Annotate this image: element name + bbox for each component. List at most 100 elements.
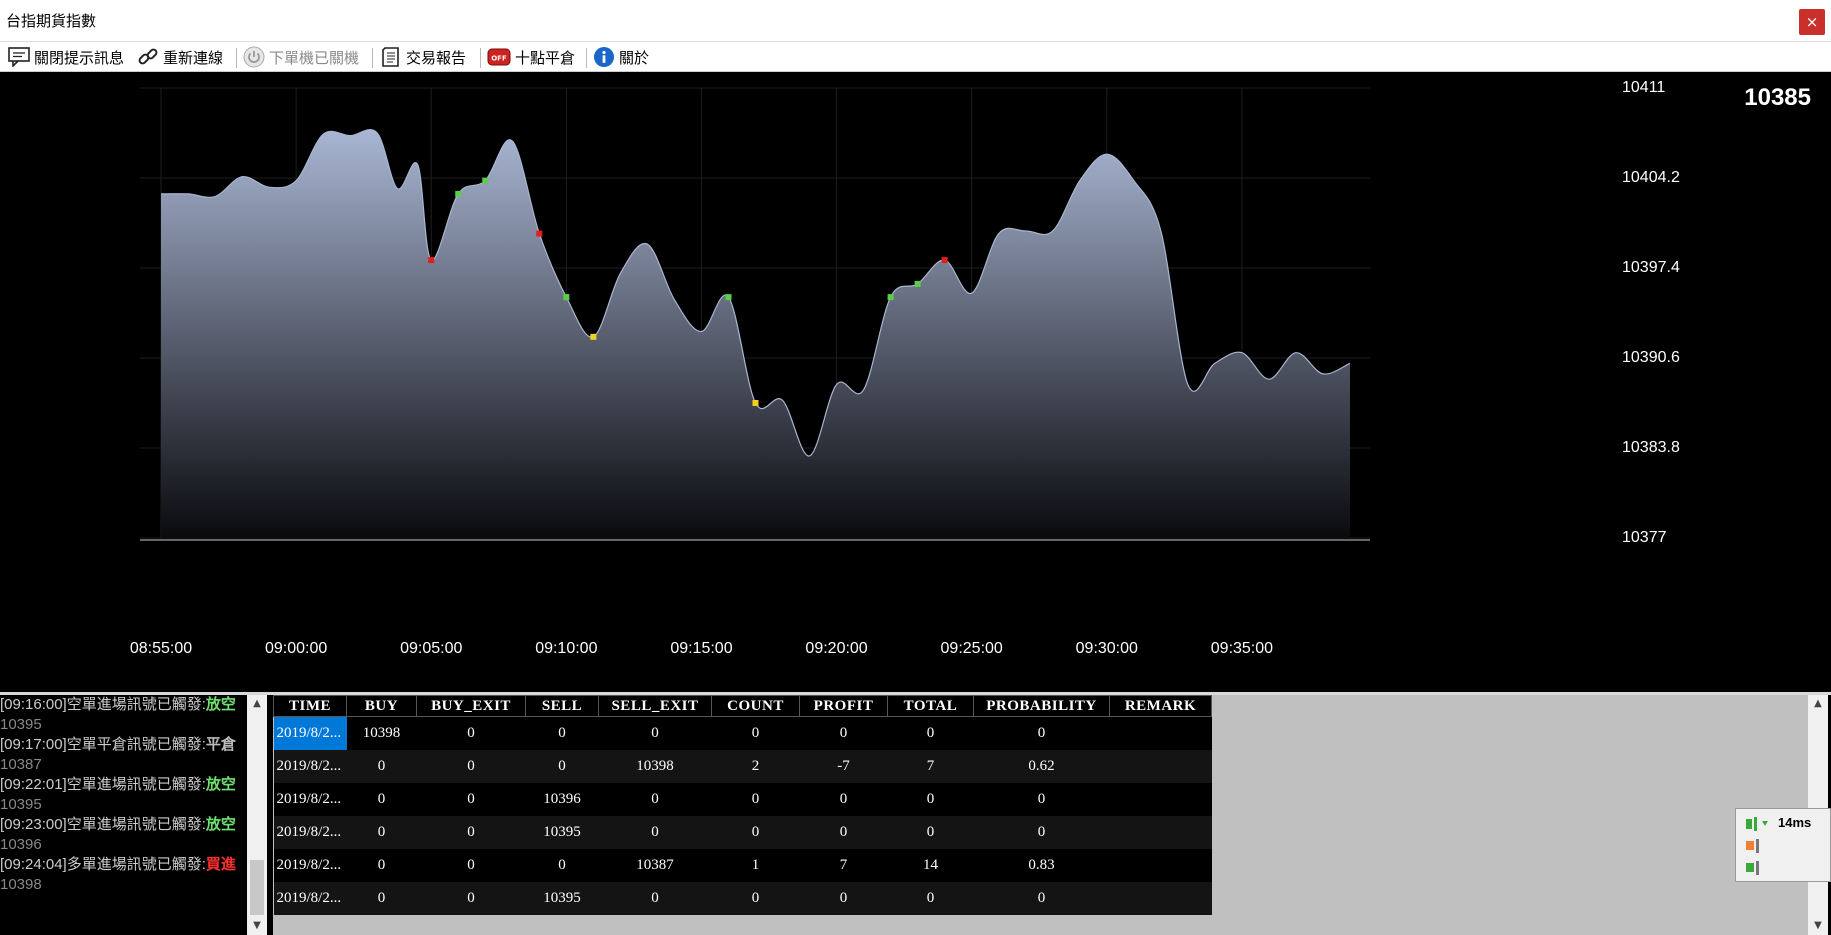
- signal-log: [09:16:00]空單進場訊號已觸發:放空 10395 [09:17:00]空單平…: [0, 695, 247, 935]
- table-cell[interactable]: 2019/8/2...: [273, 816, 347, 849]
- table-cell[interactable]: [1109, 882, 1212, 915]
- table-cell[interactable]: 0: [598, 816, 712, 849]
- table-cell[interactable]: 0: [799, 816, 888, 849]
- table-cell[interactable]: 0: [416, 783, 526, 816]
- column-header-sell[interactable]: SELL: [525, 695, 599, 717]
- toggle-notification-button[interactable]: 關閉提示訊息: [8, 46, 124, 68]
- reconnect-button[interactable]: 重新連線: [137, 46, 223, 68]
- table-cell[interactable]: 0: [346, 849, 417, 882]
- column-header-sell-exit[interactable]: SELL_EXIT: [598, 695, 712, 717]
- table-cell[interactable]: 0: [711, 716, 800, 750]
- log-scroll-thumb[interactable]: [250, 860, 264, 915]
- close-button[interactable]: ×: [1799, 9, 1825, 35]
- table-cell[interactable]: [1109, 716, 1212, 750]
- speech-bubble-icon: [8, 47, 30, 67]
- table-cell[interactable]: 0: [346, 750, 417, 783]
- signal-marker: [887, 294, 894, 301]
- table-cell[interactable]: 0: [973, 783, 1110, 816]
- table-cell[interactable]: 10395: [525, 816, 599, 849]
- order-machine-status-button[interactable]: 下單機已關機: [243, 46, 359, 68]
- table-cell[interactable]: 0: [711, 882, 800, 915]
- table-cell[interactable]: 0: [973, 816, 1110, 849]
- table-cell[interactable]: 0: [799, 716, 888, 750]
- table-cell[interactable]: [1109, 750, 1212, 783]
- table-row[interactable]: 2019/8/2... 0 0 10396 0 0 0 0 0: [273, 783, 1212, 816]
- table-cell[interactable]: 0: [799, 882, 888, 915]
- table-cell[interactable]: 10395: [525, 882, 599, 915]
- info-icon: [594, 47, 614, 67]
- table-cell[interactable]: 2019/8/2...: [273, 716, 347, 750]
- table-cell[interactable]: 0: [887, 882, 974, 915]
- column-header-total[interactable]: TOTAL: [887, 695, 974, 717]
- table-cell[interactable]: 0: [416, 816, 526, 849]
- table-cell[interactable]: 0: [525, 716, 599, 750]
- table-cell[interactable]: 0: [799, 783, 888, 816]
- x-tick-label: 09:00:00: [264, 640, 328, 657]
- table-cell[interactable]: 0: [973, 882, 1110, 915]
- table-cell[interactable]: 0: [598, 783, 712, 816]
- column-header-count[interactable]: COUNT: [711, 695, 800, 717]
- column-header-remark[interactable]: REMARK: [1109, 695, 1212, 717]
- log-scrollbar[interactable]: ▲ ▼: [247, 695, 267, 935]
- table-cell[interactable]: 0: [346, 882, 417, 915]
- table-row[interactable]: 2019/8/2... 0 0 10395 0 0 0 0 0: [273, 882, 1212, 915]
- table-cell[interactable]: 0: [598, 882, 712, 915]
- table-cell[interactable]: 7: [799, 849, 888, 882]
- table-row[interactable]: 2019/8/2... 0 0 10395 0 0 0 0 0: [273, 816, 1212, 849]
- table-cell[interactable]: 0: [711, 816, 800, 849]
- column-header-buy-exit[interactable]: BUY_EXIT: [416, 695, 526, 717]
- table-cell[interactable]: 0.83: [973, 849, 1110, 882]
- y-tick-label: 10411: [1622, 79, 1666, 96]
- table-cell[interactable]: 0: [525, 849, 599, 882]
- table-cell[interactable]: 0: [416, 716, 526, 750]
- table-cell[interactable]: 2019/8/2...: [273, 849, 347, 882]
- log-price: 10398: [0, 876, 42, 893]
- table-cell[interactable]: 0: [416, 882, 526, 915]
- table-cell[interactable]: 7: [887, 750, 974, 783]
- table-cell[interactable]: -7: [799, 750, 888, 783]
- scroll-up-arrow-icon[interactable]: ▲: [1808, 695, 1828, 713]
- column-header-buy[interactable]: BUY: [346, 695, 417, 717]
- close-position-at-ten-button[interactable]: OFF 十點平倉: [487, 46, 575, 68]
- table-cell[interactable]: 0: [416, 849, 526, 882]
- table-cell[interactable]: 2: [711, 750, 800, 783]
- table-cell[interactable]: 14: [887, 849, 974, 882]
- table-cell[interactable]: 0: [346, 816, 417, 849]
- table-cell[interactable]: 0: [346, 783, 417, 816]
- scroll-up-arrow-icon[interactable]: ▲: [247, 695, 267, 713]
- table-cell[interactable]: 10398: [598, 750, 712, 783]
- scroll-down-arrow-icon[interactable]: ▼: [247, 917, 267, 935]
- about-button[interactable]: 關於: [593, 46, 649, 68]
- table-cell[interactable]: 10387: [598, 849, 712, 882]
- table-row[interactable]: 2019/8/2... 10398 0 0 0 0 0 0 0: [273, 716, 1212, 750]
- table-row[interactable]: 2019/8/2... 0 0 0 10387 1 7 14 0.83: [273, 849, 1212, 882]
- table-cell[interactable]: 0: [887, 816, 974, 849]
- table-cell[interactable]: 0.62: [973, 750, 1110, 783]
- table-cell[interactable]: 2019/8/2...: [273, 750, 347, 783]
- table-cell[interactable]: 1: [711, 849, 800, 882]
- table-cell[interactable]: 10396: [525, 783, 599, 816]
- y-tick-label: 10390.6: [1622, 349, 1680, 366]
- column-header-probability[interactable]: PROBABILITY: [973, 695, 1110, 717]
- table-row[interactable]: 2019/8/2... 0 0 0 10398 2 -7 7 0.62: [273, 750, 1212, 783]
- table-cell[interactable]: [1109, 849, 1212, 882]
- table-cell[interactable]: 0: [973, 716, 1110, 750]
- table-cell[interactable]: 0: [598, 716, 712, 750]
- svg-text:OFF: OFF: [491, 55, 507, 63]
- table-cell[interactable]: 2019/8/2...: [273, 882, 347, 915]
- table-cell[interactable]: 0: [887, 783, 974, 816]
- log-message: [09:16:00]空單進場訊號已觸發:: [0, 696, 206, 713]
- table-cell[interactable]: [1109, 816, 1212, 849]
- title-bar: 台指期貨指數 ×: [0, 0, 1831, 42]
- table-cell[interactable]: 0: [416, 750, 526, 783]
- table-cell[interactable]: 0: [711, 783, 800, 816]
- table-cell[interactable]: 0: [887, 716, 974, 750]
- table-cell[interactable]: 0: [525, 750, 599, 783]
- column-header-profit[interactable]: PROFIT: [799, 695, 888, 717]
- table-cell[interactable]: 2019/8/2...: [273, 783, 347, 816]
- scroll-down-arrow-icon[interactable]: ▼: [1808, 917, 1828, 935]
- column-header-time[interactable]: TIME: [273, 695, 347, 717]
- table-cell[interactable]: [1109, 783, 1212, 816]
- table-cell[interactable]: 10398: [346, 716, 417, 750]
- trade-report-button[interactable]: 交易報告: [380, 46, 466, 68]
